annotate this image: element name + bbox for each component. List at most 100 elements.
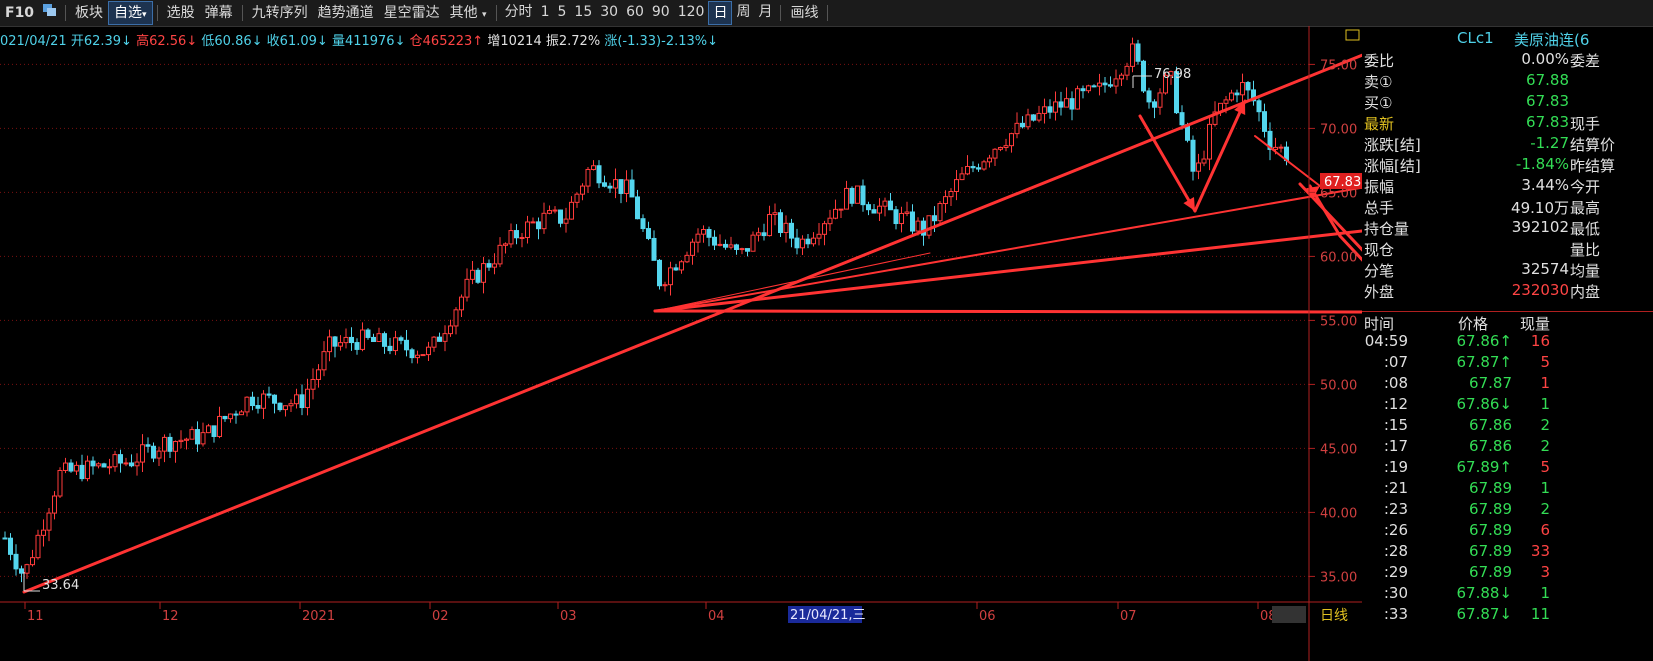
candle-body <box>1097 82 1102 87</box>
toolbar-item-xuangu[interactable]: 选股 <box>162 2 200 24</box>
period-8[interactable]: 日 <box>708 1 733 25</box>
period-5[interactable]: 60 <box>622 1 648 23</box>
period-7[interactable]: 120 <box>674 1 709 23</box>
quote-row-label2: 昨结算 <box>1570 157 1616 175</box>
candle-body <box>992 148 998 159</box>
period-10[interactable]: 月 <box>754 1 776 23</box>
ticks-time-header: 时间 <box>1364 315 1395 333</box>
tick-volume: 6 <box>1540 521 1550 539</box>
candle-body <box>57 469 63 497</box>
candle-body <box>35 534 41 559</box>
quote-row-label2: 现手 <box>1570 115 1601 133</box>
candle-body <box>789 222 794 239</box>
f10-button[interactable]: F10 <box>0 2 39 24</box>
tick-time: :07 <box>1383 353 1408 371</box>
candle-body <box>607 185 613 189</box>
candle-body <box>266 393 272 396</box>
candle-body <box>827 217 833 225</box>
period-3[interactable]: 15 <box>570 1 596 23</box>
candle-body <box>514 230 519 239</box>
period-6[interactable]: 90 <box>648 1 674 23</box>
period-9[interactable]: 周 <box>732 1 754 23</box>
x-tick-label: 12 <box>162 609 179 624</box>
toolbar-item-qita[interactable]: 其他 ▾ <box>445 2 492 24</box>
toolbar-item-jiuzhuan[interactable]: 九转序列 <box>247 2 313 24</box>
period-4[interactable]: 30 <box>596 1 622 23</box>
toolbar-item-label: 自选 <box>114 5 143 21</box>
tick-price: 67.86 <box>1469 437 1512 455</box>
period-0[interactable]: 分时 <box>501 1 537 23</box>
period-1[interactable]: 1 <box>537 1 554 23</box>
candle-body <box>976 167 981 170</box>
candle-body <box>1278 146 1284 149</box>
candle-body <box>838 208 844 211</box>
candle-body <box>855 185 860 204</box>
candle-body <box>1223 99 1229 104</box>
candle-body <box>112 454 118 468</box>
candle-body <box>277 402 283 411</box>
tick-price: 67.87↓ <box>1456 605 1512 623</box>
candle-body <box>189 429 195 440</box>
tick-row: :07 67.87↑ 5 <box>1362 353 1653 374</box>
high-annotation: 76.98 <box>1154 67 1191 82</box>
candle-body <box>959 173 965 181</box>
divider <box>780 5 782 21</box>
period-2[interactable]: 5 <box>553 1 570 23</box>
candle-body <box>459 296 464 311</box>
candlestick-chart[interactable]: 75.0070.0065.0060.0055.0050.0045.0040.00… <box>0 26 1362 661</box>
candle-body <box>123 462 129 465</box>
y-tick-label: 60.00 <box>1320 250 1357 265</box>
window-icon[interactable] <box>39 2 61 24</box>
quote-row-label2: 内盘 <box>1570 283 1601 301</box>
period-label: 日线 <box>1320 608 1348 624</box>
candle-body <box>651 237 657 261</box>
candle-body <box>338 342 343 347</box>
candle-body <box>822 223 827 235</box>
candle-body <box>1053 101 1058 113</box>
candle-body <box>1086 85 1091 92</box>
tick-time: 04:59 <box>1364 332 1408 350</box>
candle-body <box>547 210 552 214</box>
toggle-panel-icon[interactable] <box>1345 29 1360 41</box>
toolbar-item-xingkong[interactable]: 星空雷达 <box>379 2 445 24</box>
tick-volume: 2 <box>1540 500 1550 518</box>
low-annotation: 33.64 <box>42 578 79 593</box>
y-tick-label: 50.00 <box>1320 378 1357 393</box>
candle-body <box>1179 112 1185 126</box>
toolbar-item-bankuai[interactable]: 板块 <box>70 2 108 24</box>
quote-row-value: 49.10万 <box>1511 199 1569 217</box>
toolbar-item-qushi[interactable]: 趋势通道 <box>313 2 379 24</box>
candle-body <box>299 394 305 409</box>
tick-volume: 5 <box>1540 353 1550 371</box>
x-tick-label: 2021 <box>302 609 335 624</box>
candle-body <box>178 439 184 443</box>
scroll-handle[interactable] <box>1272 606 1306 623</box>
tick-price: 67.86↑ <box>1456 332 1512 350</box>
candle-body <box>1058 101 1064 108</box>
trend-line <box>1193 99 1247 213</box>
period-selector: 分时 1 5 15 30 60 90 120 日周月 <box>501 1 777 25</box>
last-price-value: 67.83 <box>1324 175 1361 190</box>
candle-body <box>899 212 904 225</box>
toolbar-item-danmu[interactable]: 弹幕 <box>200 2 238 24</box>
candle-body <box>519 236 525 239</box>
quote-row-label: 现仓 <box>1364 241 1395 259</box>
tick-volume: 5 <box>1540 458 1550 476</box>
candle-body <box>398 337 404 341</box>
quote-row-label2: 均量 <box>1570 262 1601 280</box>
tick-row: :26 67.89 6 <box>1362 521 1653 542</box>
toolbar-item-zixuan[interactable]: 自选▾ <box>108 1 153 25</box>
y-tick-label: 70.00 <box>1320 122 1357 137</box>
candle-body <box>756 232 761 236</box>
candle-body <box>475 269 481 283</box>
draw-line-button[interactable]: 画线 <box>785 2 823 24</box>
tick-time: :23 <box>1383 500 1408 518</box>
candle-body <box>640 218 646 230</box>
candle-body <box>24 564 30 574</box>
candle-body <box>866 204 871 211</box>
y-tick-label: 35.00 <box>1320 570 1357 585</box>
quote-row-label: 外盘 <box>1364 283 1395 301</box>
candle-body <box>1119 74 1124 80</box>
quote-row-label: 最新 <box>1364 115 1395 133</box>
candle-body <box>1091 85 1097 88</box>
